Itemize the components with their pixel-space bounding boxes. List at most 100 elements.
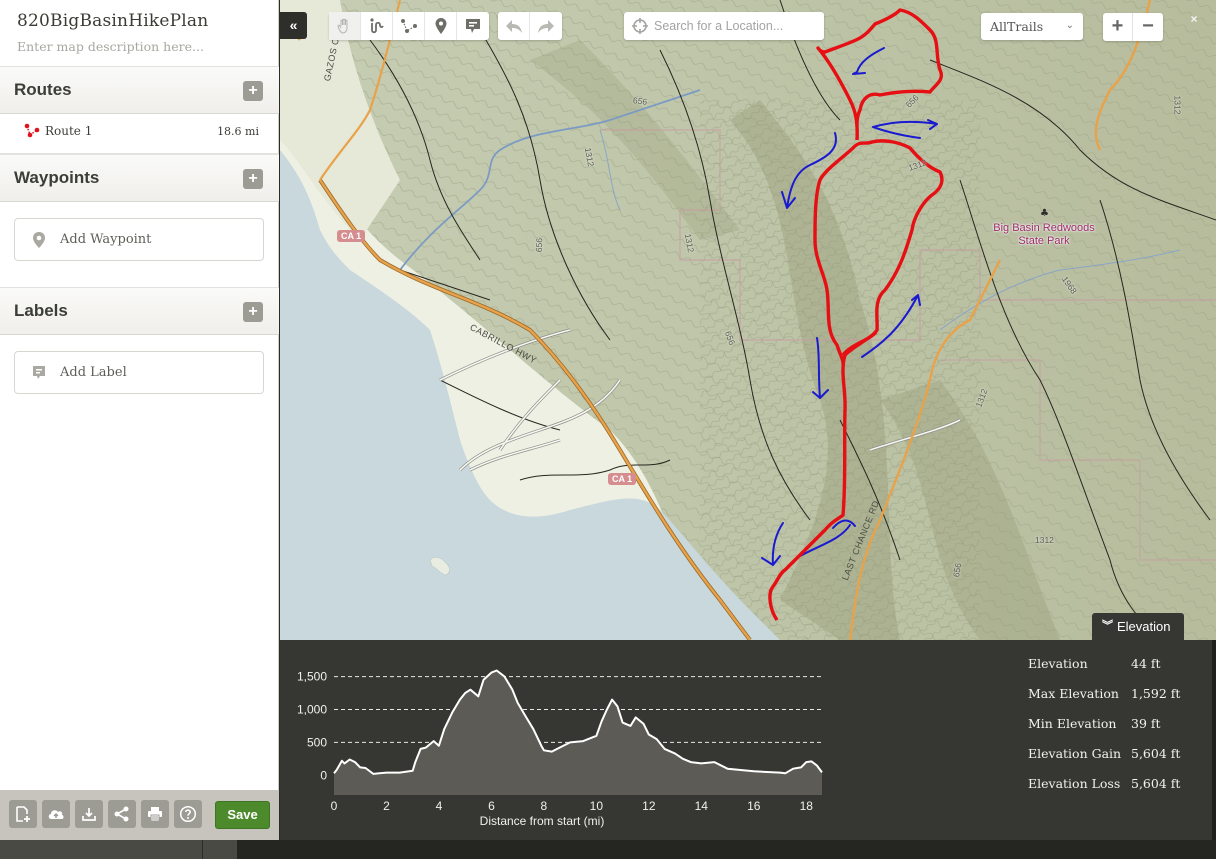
sidebar: 820BigBasinHikePlan Enter map descriptio… <box>0 0 279 790</box>
tree-icon: ♣ <box>1040 208 1049 219</box>
stat-max-elevation: Max Elevation 1,592 ft <box>1028 686 1208 706</box>
redo-icon <box>538 20 554 33</box>
contour-label: 1312 <box>1035 535 1054 545</box>
highway-shield: CA 1 <box>608 473 637 485</box>
elevation-tab-label: Elevation <box>1117 619 1171 634</box>
freehand-route-icon <box>370 18 384 34</box>
waypoints-section-header: Waypoints + <box>0 154 279 202</box>
route-points-icon <box>401 19 417 33</box>
y-tick-label: 0 <box>320 768 327 782</box>
print-button[interactable] <box>141 800 169 828</box>
save-button[interactable]: Save <box>215 801 270 829</box>
route-list-item[interactable]: Route 1 18.6 mi <box>0 114 279 154</box>
stat-elevation: Elevation 44 ft <box>1028 656 1208 676</box>
contour-label: 656 <box>632 95 648 107</box>
x-tick-label: 6 <box>488 799 495 813</box>
hillside-contours-dense <box>700 100 980 640</box>
panel-edge <box>1212 640 1216 840</box>
new-map-button[interactable] <box>9 800 37 828</box>
new-file-icon <box>16 806 30 822</box>
freehand-tool-button[interactable] <box>361 12 393 40</box>
stat-elevation-loss: Elevation Loss 5,604 ft <box>1028 776 1208 796</box>
stat-elevation-gain: Elevation Gain 5,604 ft <box>1028 746 1208 766</box>
share-icon <box>114 806 129 822</box>
route-length: 18.6 mi <box>217 125 259 138</box>
history-toolbar <box>498 12 562 40</box>
label-tool-button[interactable] <box>457 12 489 40</box>
zoom-out-button[interactable]: − <box>1133 13 1163 41</box>
map-title[interactable]: 820BigBasinHikePlan <box>17 11 208 31</box>
zoom-in-button[interactable]: + <box>1103 13 1133 41</box>
x-tick-label: 18 <box>800 799 814 813</box>
add-waypoint-plus-button[interactable]: + <box>243 169 263 189</box>
x-tick-label: 14 <box>695 799 709 813</box>
stat-value: 5,604 ft <box>1131 776 1181 791</box>
comment-icon <box>33 366 45 379</box>
undo-icon <box>506 20 522 33</box>
download-button[interactable] <box>75 800 103 828</box>
route-name: Route 1 <box>45 124 93 138</box>
stat-value: 44 ft <box>1131 656 1161 671</box>
map-canvas[interactable]: CA 1 CA 1 CABRILLO HWY LAST CHANCE RD GA… <box>280 0 1216 640</box>
stat-label: Elevation Gain <box>1028 746 1122 761</box>
map-pin-icon <box>435 18 447 34</box>
map-layer-select[interactable]: AllTrails ⌄ <box>981 13 1083 40</box>
collapse-sidebar-button[interactable]: « <box>280 12 307 39</box>
park-label: Big Basin Redwoods State Park <box>993 222 1095 247</box>
stat-label: Max Elevation <box>1028 686 1119 701</box>
routes-heading: Routes <box>14 80 72 99</box>
cloud-upload-icon <box>48 810 64 819</box>
x-tick-label: 8 <box>541 799 548 813</box>
y-tick-label: 1,000 <box>297 702 327 716</box>
contour-label: 656 <box>533 237 545 253</box>
elevation-chart[interactable]: 0 500 1,000 1,500 0 2 4 6 8 10 12 14 16 18 Distance f… <box>280 640 840 840</box>
route-tool-button[interactable] <box>393 12 425 40</box>
stat-label: Elevation <box>1028 656 1088 671</box>
share-button[interactable] <box>108 800 136 828</box>
x-axis-label: Distance from start (mi) <box>480 814 605 828</box>
x-tick-label: 4 <box>436 799 443 813</box>
pan-tool-button[interactable] <box>329 12 361 40</box>
map-description-field[interactable]: Enter map description here... <box>17 39 204 54</box>
add-label-label: Add Label <box>60 365 127 380</box>
add-route-button[interactable]: + <box>243 81 263 101</box>
hand-icon <box>337 18 348 34</box>
print-icon <box>148 807 162 822</box>
waypoints-heading: Waypoints <box>14 168 100 187</box>
stat-label: Elevation Loss <box>1028 776 1121 791</box>
strip-divider <box>202 840 203 859</box>
chevron-double-down-icon: ︾ <box>1102 620 1113 632</box>
download-icon <box>82 808 96 821</box>
elevation-area <box>334 670 822 795</box>
stat-min-elevation: Min Elevation 39 ft <box>1028 716 1208 736</box>
help-icon <box>179 805 197 823</box>
route-icon <box>24 123 40 138</box>
stat-value: 1,592 ft <box>1131 686 1181 701</box>
x-tick-label: 2 <box>383 799 390 813</box>
stat-label: Min Elevation <box>1028 716 1117 731</box>
background-strip-dark <box>237 840 1216 859</box>
sidebar-bottom-toolbar: Save <box>0 790 279 840</box>
highway-shield: CA 1 <box>337 230 366 242</box>
location-search-input[interactable] <box>654 16 819 36</box>
map-pin-icon <box>33 232 45 248</box>
y-tick-label: 1,500 <box>297 670 327 684</box>
help-button[interactable] <box>174 800 202 828</box>
upload-button[interactable] <box>42 800 70 828</box>
chevron-down-icon: ⌄ <box>1065 20 1074 31</box>
undo-button[interactable] <box>498 12 530 40</box>
comment-icon <box>466 19 480 33</box>
add-waypoint-label: Add Waypoint <box>60 232 152 247</box>
labels-section-header: Labels + <box>0 287 279 335</box>
x-tick-label: 10 <box>590 799 604 813</box>
x-tick-label: 0 <box>331 799 338 813</box>
location-search <box>624 12 824 40</box>
add-label-plus-button[interactable]: + <box>243 302 263 322</box>
close-icon[interactable]: × <box>1187 12 1201 26</box>
labels-heading: Labels <box>14 301 68 320</box>
redo-button[interactable] <box>530 12 562 40</box>
add-waypoint-button[interactable]: Add Waypoint <box>14 218 264 261</box>
add-label-button[interactable]: Add Label <box>14 351 264 394</box>
waypoint-tool-button[interactable] <box>425 12 457 40</box>
elevation-toggle-tab[interactable]: ︾ Elevation <box>1092 613 1184 641</box>
